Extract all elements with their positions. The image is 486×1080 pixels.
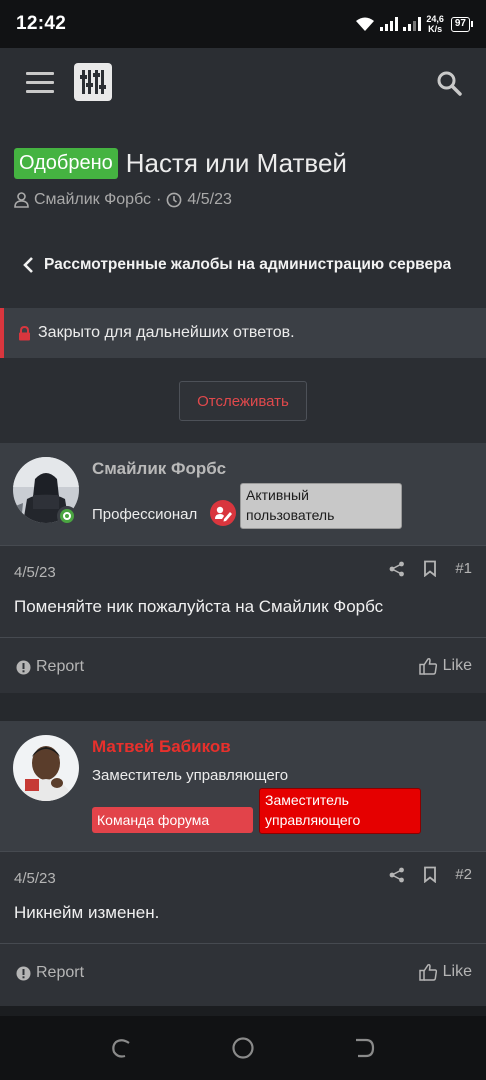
like-label: Like bbox=[442, 657, 472, 674]
post-meta: 4/5/23 #1 bbox=[0, 545, 486, 597]
share-icon[interactable] bbox=[389, 867, 405, 883]
online-status-icon bbox=[57, 506, 77, 526]
thumbs-up-icon bbox=[418, 963, 437, 981]
user-banner-active: Активный пользователь bbox=[240, 483, 402, 529]
post-footer: Report Like bbox=[0, 637, 486, 695]
report-button[interactable]: Report bbox=[16, 964, 84, 982]
avatar[interactable] bbox=[13, 735, 79, 801]
like-label: Like bbox=[442, 963, 472, 980]
meta-separator: · bbox=[156, 191, 162, 208]
report-button[interactable]: Report bbox=[16, 658, 84, 676]
user-banner-deputy: Заместитель управляющего bbox=[259, 788, 421, 834]
chevron-left-icon bbox=[23, 257, 33, 273]
sliders-logo-icon[interactable] bbox=[74, 63, 112, 101]
user-icon bbox=[14, 192, 29, 208]
status-icons: 24,6 K/s 97 bbox=[355, 11, 474, 37]
user-banner-forum-team: Команда форума bbox=[92, 807, 253, 833]
search-icon[interactable] bbox=[436, 70, 462, 96]
post-number[interactable]: #2 bbox=[455, 866, 472, 883]
battery-icon: 97 bbox=[450, 16, 474, 32]
thread-author[interactable]: Смайлик Форбс bbox=[34, 191, 151, 209]
post-1: Смайлик Форбс Профессионал Активный поль… bbox=[0, 443, 486, 693]
breadcrumb-label[interactable]: Рассмотренные жалобы на администрацию се… bbox=[44, 256, 451, 274]
post-user-title: Профессионал bbox=[92, 506, 198, 523]
breadcrumb[interactable]: Рассмотренные жалобы на администрацию се… bbox=[22, 253, 452, 277]
post-footer: Report Like bbox=[0, 943, 486, 1001]
app-bar bbox=[0, 48, 486, 118]
thumbs-up-icon bbox=[418, 657, 437, 675]
signal-icon-2 bbox=[403, 17, 422, 31]
recents-icon[interactable] bbox=[110, 1036, 134, 1060]
share-icon[interactable] bbox=[389, 561, 405, 577]
user-edit-icon bbox=[210, 500, 236, 526]
back-icon[interactable] bbox=[352, 1036, 376, 1060]
approved-prefix-badge[interactable]: Одобрено bbox=[14, 148, 118, 179]
post-separator bbox=[0, 1006, 486, 1016]
post-body: Никнейм изменен. bbox=[14, 903, 160, 922]
thread-meta: Смайлик Форбс · 4/5/23 bbox=[14, 191, 474, 209]
closed-notice-text: Закрыто для дальнейших ответов. bbox=[38, 324, 295, 341]
post-2: Матвей Бабиков Заместитель управляющего … bbox=[0, 721, 486, 1006]
post-date[interactable]: 4/5/23 bbox=[14, 870, 56, 887]
bookmark-icon[interactable] bbox=[423, 560, 437, 577]
hamburger-menu-icon[interactable] bbox=[26, 72, 54, 94]
post-number[interactable]: #1 bbox=[455, 560, 472, 577]
home-icon[interactable] bbox=[231, 1036, 255, 1060]
post-username[interactable]: Матвей Бабиков bbox=[92, 737, 231, 757]
status-bar: 12:42 24,6 K/s 97 bbox=[0, 0, 486, 48]
post-meta: 4/5/23 #2 bbox=[0, 851, 486, 903]
post-actions: #2 bbox=[389, 866, 472, 883]
alert-icon bbox=[16, 660, 31, 674]
post-body: Поменяйте ник пожалуйста на Смайлик Форб… bbox=[14, 597, 384, 616]
post-separator bbox=[0, 693, 486, 721]
post-user-title: Заместитель управляющего bbox=[92, 767, 289, 784]
thread-header: Одобрено Настя или Матвей Смайлик Форбс … bbox=[14, 148, 474, 209]
signal-icon bbox=[380, 17, 399, 31]
follow-button[interactable]: Отслеживать bbox=[179, 381, 307, 421]
clock-icon bbox=[166, 192, 182, 208]
net-speed-value: 24,6 bbox=[426, 14, 444, 24]
report-label: Report bbox=[36, 658, 85, 675]
bookmark-icon[interactable] bbox=[423, 866, 437, 883]
report-label: Report bbox=[36, 964, 85, 981]
net-speed-unit: K/s bbox=[428, 24, 443, 34]
net-speed: 24,6 K/s bbox=[426, 14, 444, 34]
post-user-area: Смайлик Форбс Профессионал Активный поль… bbox=[0, 443, 486, 545]
wifi-icon bbox=[356, 17, 375, 31]
alert-icon bbox=[16, 966, 31, 980]
system-nav-bar bbox=[0, 1016, 486, 1080]
lock-icon bbox=[19, 325, 30, 340]
forum-page: Одобрено Настя или Матвей Смайлик Форбс … bbox=[0, 48, 486, 1016]
post-user-area: Матвей Бабиков Заместитель управляющего … bbox=[0, 721, 486, 851]
thread-date[interactable]: 4/5/23 bbox=[187, 191, 231, 209]
thread-title: Настя или Матвей bbox=[125, 148, 347, 178]
post-username[interactable]: Смайлик Форбс bbox=[92, 459, 226, 479]
closed-notice: Закрыто для дальнейших ответов. bbox=[0, 308, 486, 358]
like-button[interactable]: Like bbox=[418, 963, 472, 981]
post-actions: #1 bbox=[389, 560, 472, 577]
post-date[interactable]: 4/5/23 bbox=[14, 564, 56, 581]
like-button[interactable]: Like bbox=[418, 657, 472, 675]
status-time: 12:42 bbox=[16, 13, 67, 34]
